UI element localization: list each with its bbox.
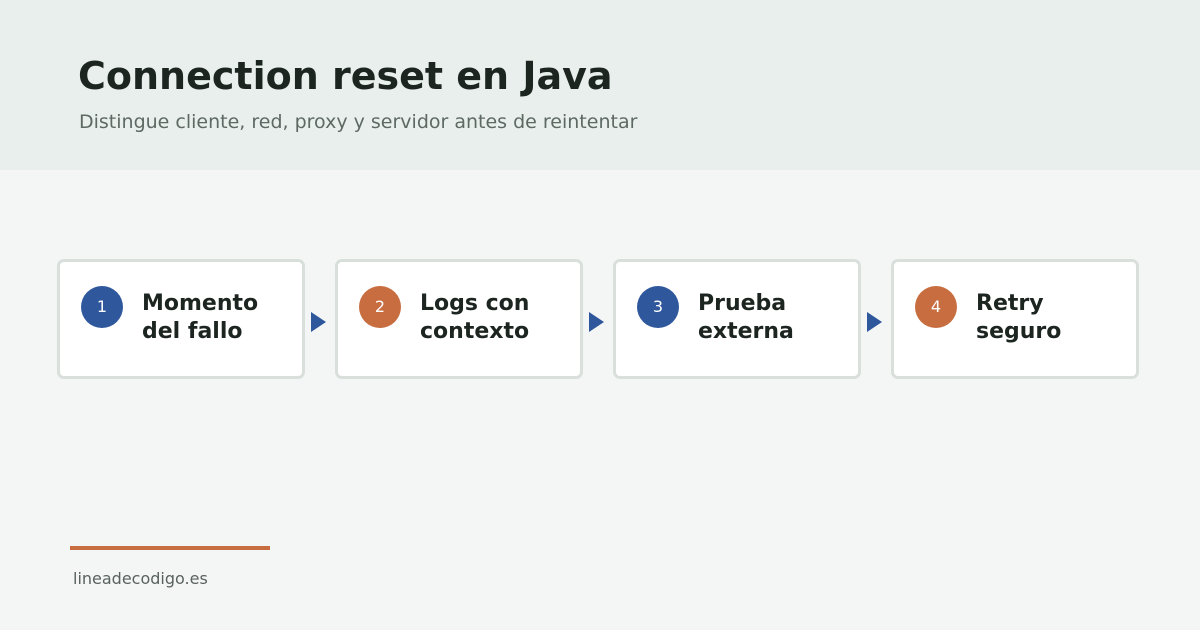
step-card-2: 2 Logs con contexto xyxy=(335,259,583,379)
step-number-badge: 4 xyxy=(915,286,957,328)
step-label: Prueba externa xyxy=(698,291,794,344)
step-card-3: 3 Prueba externa xyxy=(613,259,861,379)
arrow-right-icon xyxy=(867,312,882,332)
step-number-badge: 3 xyxy=(637,286,679,328)
step-label: Logs con contexto xyxy=(420,291,530,344)
arrow-right-icon xyxy=(589,312,604,332)
step-card-1: 1 Momento del fallo xyxy=(57,259,305,379)
page-title: Connection reset en Java xyxy=(78,54,613,98)
step-label: Momento del fallo xyxy=(142,291,259,344)
footer-accent-bar xyxy=(70,546,270,550)
step-number-badge: 1 xyxy=(81,286,123,328)
header-banner: Connection reset en Java Distingue clien… xyxy=(0,0,1200,170)
arrow-right-icon xyxy=(311,312,326,332)
steps-flow: 1 Momento del fallo 2 Logs con contexto … xyxy=(57,259,1145,385)
step-label: Retry seguro xyxy=(976,291,1062,344)
page-subtitle: Distingue cliente, red, proxy y servidor… xyxy=(79,111,638,133)
step-number-badge: 2 xyxy=(359,286,401,328)
step-card-4: 4 Retry seguro xyxy=(891,259,1139,379)
footer-site-url: lineadecodigo.es xyxy=(73,569,208,588)
